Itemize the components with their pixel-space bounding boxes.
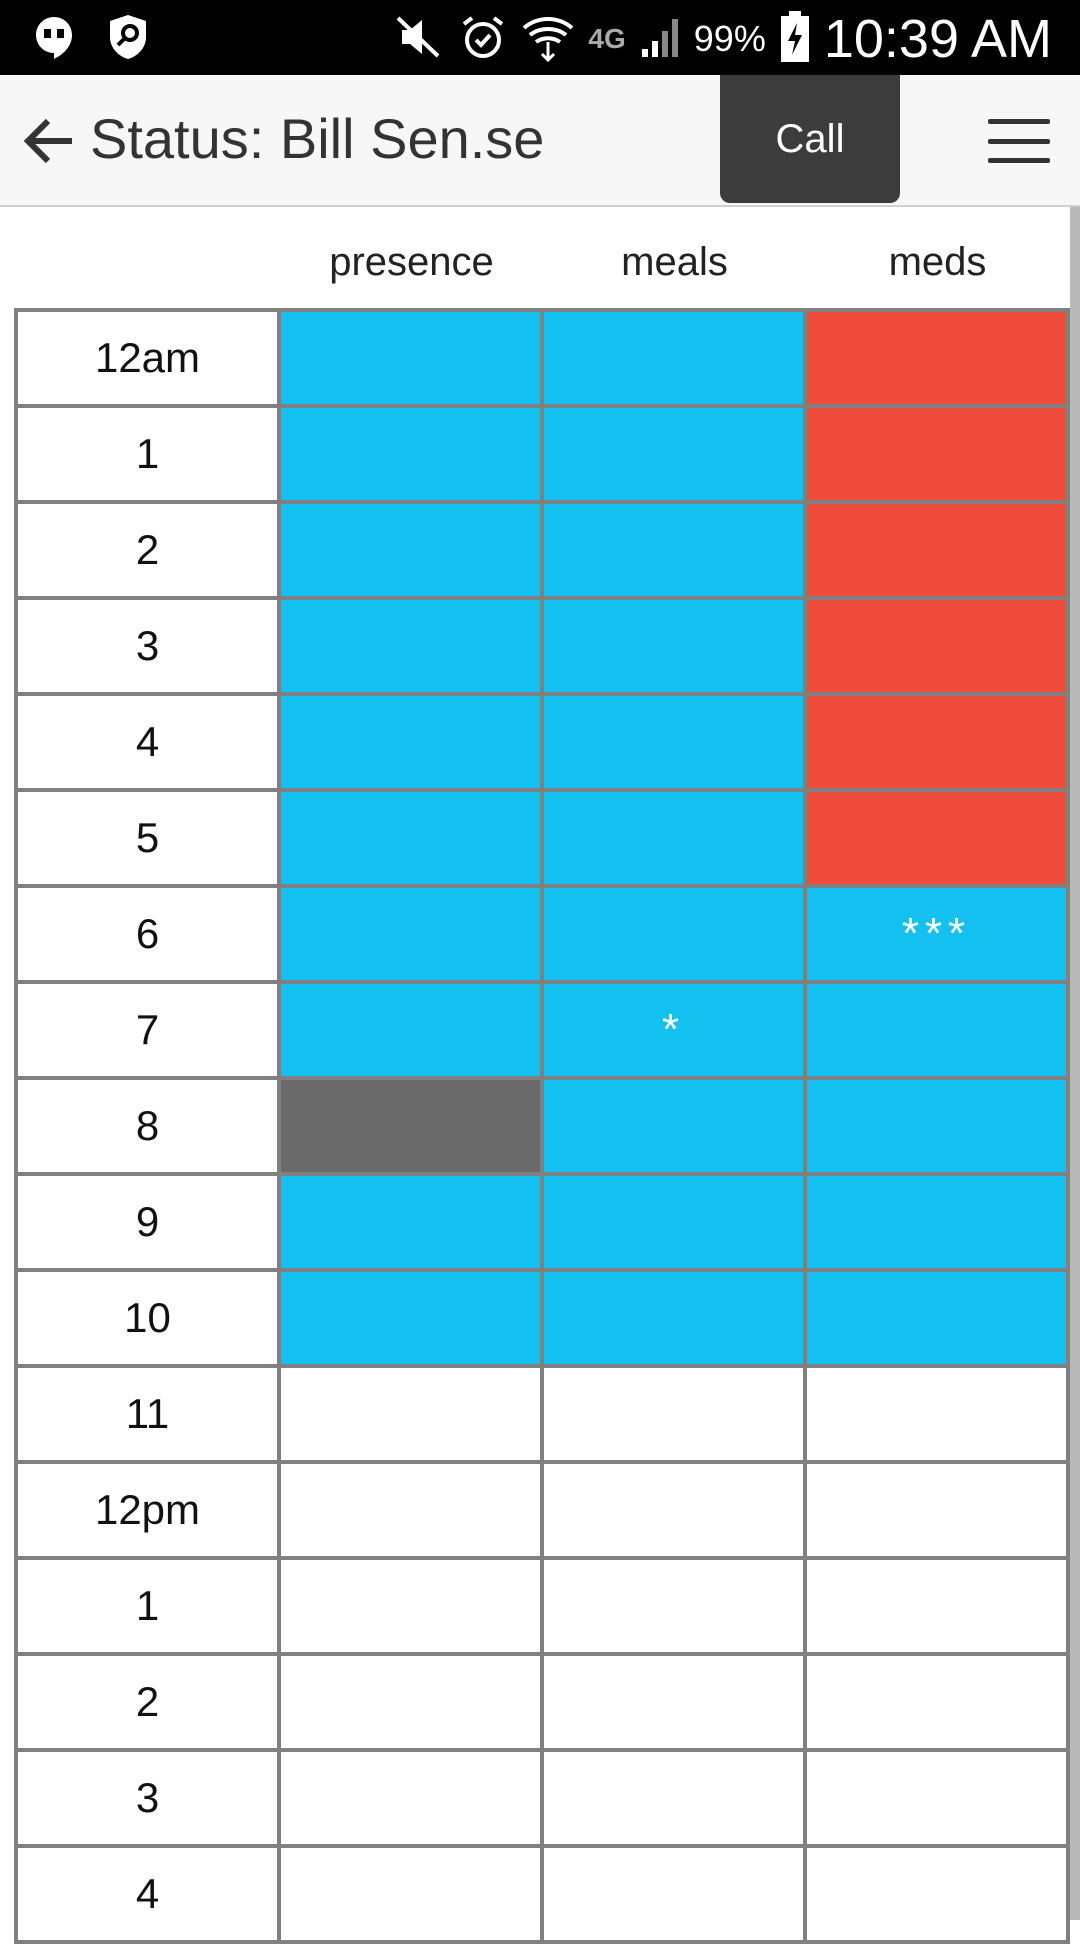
status-cell-meals[interactable] xyxy=(542,1174,805,1270)
page-title: Status: Bill Sen.se xyxy=(90,107,545,170)
hour-label: 9 xyxy=(16,1174,279,1270)
mute-icon xyxy=(394,12,444,67)
status-cell-meds[interactable] xyxy=(805,310,1068,406)
status-cell-presence[interactable] xyxy=(279,790,542,886)
hour-label: 1 xyxy=(16,1558,279,1654)
status-cell-meals[interactable] xyxy=(542,886,805,982)
hour-label: 12am xyxy=(16,310,279,406)
hangouts-icon xyxy=(30,12,78,62)
status-cell-meals[interactable] xyxy=(542,694,805,790)
hour-label: 1 xyxy=(16,406,279,502)
status-cell-presence xyxy=(279,1846,542,1942)
status-cell-meds xyxy=(805,1750,1068,1846)
status-cell-meals[interactable] xyxy=(542,310,805,406)
status-cell-presence xyxy=(279,1462,542,1558)
status-cell-meds[interactable] xyxy=(805,598,1068,694)
status-cell-meals[interactable] xyxy=(542,790,805,886)
status-cell-presence xyxy=(279,1366,542,1462)
status-cell-meals[interactable] xyxy=(542,502,805,598)
security-shield-icon xyxy=(104,12,152,62)
status-cell-meals[interactable] xyxy=(542,406,805,502)
status-bar-system: 4G 99% 10:39 AM xyxy=(394,8,1052,70)
status-cell-meals xyxy=(542,1462,805,1558)
status-cell-meds xyxy=(805,1654,1068,1750)
call-button[interactable]: Call xyxy=(720,75,900,203)
scrollbar[interactable] xyxy=(1070,207,1080,1920)
status-cell-meals[interactable] xyxy=(542,1078,805,1174)
status-cell-meds[interactable] xyxy=(805,406,1068,502)
status-cell-presence xyxy=(279,1558,542,1654)
status-cell-meals[interactable] xyxy=(542,1270,805,1366)
status-cell-presence[interactable] xyxy=(279,1174,542,1270)
hour-label: 11 xyxy=(16,1366,279,1462)
status-cell-presence[interactable] xyxy=(279,694,542,790)
status-cell-presence[interactable] xyxy=(279,982,542,1078)
battery-charging-icon xyxy=(780,10,810,68)
column-header-meds: meds xyxy=(888,240,987,284)
network-type-icon: 4G xyxy=(588,23,626,54)
status-cell-meals xyxy=(542,1366,805,1462)
hamburger-menu-icon[interactable] xyxy=(988,119,1050,163)
status-bar: 4G 99% 10:39 AM xyxy=(0,0,1080,75)
back-arrow-icon xyxy=(23,118,72,164)
hour-label: 6 xyxy=(16,886,279,982)
status-cell-meds[interactable]: *** xyxy=(805,886,1068,982)
status-cell-meds[interactable] xyxy=(805,1174,1068,1270)
clock: 10:39 AM xyxy=(823,9,1052,69)
status-cell-presence xyxy=(279,1654,542,1750)
status-cell-presence[interactable] xyxy=(279,1270,542,1366)
app-bar: Status: Bill Sen.se Call xyxy=(0,75,1080,207)
status-cell-meds[interactable] xyxy=(805,502,1068,598)
status-cell-presence[interactable] xyxy=(279,406,542,502)
status-cell-meals xyxy=(542,1846,805,1942)
hour-label: 2 xyxy=(16,502,279,598)
status-cell-presence[interactable] xyxy=(279,1078,542,1174)
battery-percent: 99% xyxy=(693,18,766,59)
hour-label: 5 xyxy=(16,790,279,886)
status-cell-meds xyxy=(805,1846,1068,1942)
status-cell-meds xyxy=(805,1558,1068,1654)
status-cell-meds[interactable] xyxy=(805,1270,1068,1366)
hour-label: 4 xyxy=(16,694,279,790)
status-cell-meds[interactable] xyxy=(805,790,1068,886)
column-headers: presence meals meds xyxy=(0,240,1066,290)
status-cell-meds[interactable] xyxy=(805,982,1068,1078)
hour-label: 3 xyxy=(16,598,279,694)
status-cell-meals[interactable] xyxy=(542,598,805,694)
status-cell-presence[interactable] xyxy=(279,886,542,982)
status-cell-meals[interactable]: * xyxy=(542,982,805,1078)
hour-label: 12pm xyxy=(16,1462,279,1558)
status-grid: 12am 1 2 3 4 5 6 *** 7 * 8 9 10 11 12pm 1 2 3 4 xyxy=(14,308,1070,1944)
status-bar-notifications xyxy=(30,12,152,62)
hour-label: 3 xyxy=(16,1750,279,1846)
alarm-icon xyxy=(458,12,508,67)
wifi-icon xyxy=(522,12,574,67)
status-cell-meals xyxy=(542,1654,805,1750)
hour-label: 10 xyxy=(16,1270,279,1366)
back-button[interactable] xyxy=(18,111,78,171)
column-header-presence: presence xyxy=(329,240,494,284)
hour-label: 4 xyxy=(16,1846,279,1942)
signal-icon xyxy=(640,15,680,64)
hour-label: 2 xyxy=(16,1654,279,1750)
status-cell-meals xyxy=(542,1750,805,1846)
status-cell-meds xyxy=(805,1366,1068,1462)
status-cell-meds xyxy=(805,1462,1068,1558)
column-header-meals: meals xyxy=(621,240,728,284)
status-cell-presence xyxy=(279,1750,542,1846)
status-cell-presence[interactable] xyxy=(279,598,542,694)
hour-label: 8 xyxy=(16,1078,279,1174)
status-cell-meds[interactable] xyxy=(805,694,1068,790)
status-cell-meds[interactable] xyxy=(805,1078,1068,1174)
status-cell-presence[interactable] xyxy=(279,502,542,598)
hour-label: 7 xyxy=(16,982,279,1078)
status-cell-meals xyxy=(542,1558,805,1654)
status-cell-presence[interactable] xyxy=(279,310,542,406)
